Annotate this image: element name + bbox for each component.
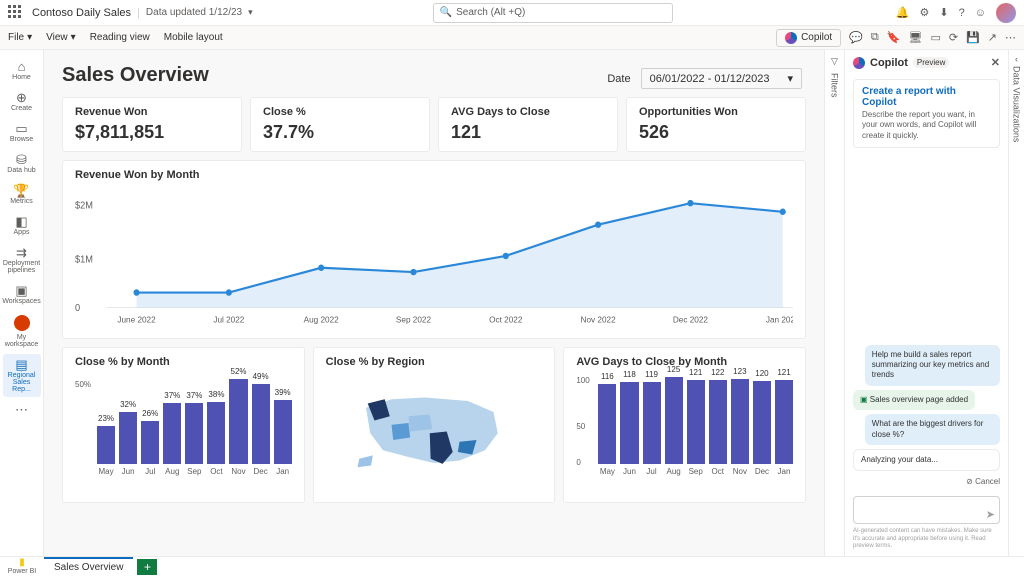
download-icon[interactable]: ⬇ (939, 6, 948, 19)
date-label: Date (607, 73, 630, 85)
mobile-layout-button[interactable]: Mobile layout (164, 32, 223, 43)
page-tab-sales-overview[interactable]: Sales Overview (44, 557, 133, 576)
view-menu[interactable]: View▾ (46, 32, 76, 43)
chart-close-pct-region[interactable]: Close % by Region (313, 347, 556, 503)
kpi-close-pct[interactable]: Close %37.7% (250, 97, 430, 152)
kpi-opp-won[interactable]: Opportunities Won526 (626, 97, 806, 152)
reading-view-button[interactable]: Reading view (90, 32, 150, 43)
trophy-icon: 🏆 (13, 184, 29, 197)
copilot-suggestion-card[interactable]: Create a report with Copilot Describe th… (853, 79, 1000, 148)
copilot-pane: Copilot Preview ✕ Create a report with C… (844, 50, 1008, 556)
send-icon[interactable]: ➤ (986, 508, 995, 521)
kpi-avg-days[interactable]: AVG Days to Close121 (438, 97, 618, 152)
system-message: ▣ Sales overview page added (853, 390, 975, 410)
nav-more[interactable]: ⋯ (3, 399, 41, 420)
user-message: Help me build a sales report summarizing… (865, 345, 1000, 386)
nav-apps[interactable]: ◧Apps (3, 211, 41, 240)
view-icon[interactable]: 🖥 (908, 31, 922, 44)
data-updated-label: Data updated 1/12/23 (146, 7, 242, 18)
database-icon: ⛁ (16, 153, 27, 166)
analyzing-status: Analyzing your data... (853, 449, 1000, 471)
svg-text:0: 0 (75, 303, 80, 314)
copilot-input[interactable]: ➤ (853, 496, 1000, 524)
close-icon[interactable]: ✕ (991, 56, 1000, 69)
visualizations-pane-collapsed[interactable]: ‹ Data Visualizations (1008, 50, 1024, 556)
feedback-icon[interactable]: ☺ (975, 7, 986, 19)
refresh-icon[interactable]: ⟳ (949, 31, 958, 44)
help-icon[interactable]: ? (959, 7, 965, 19)
preview-badge: Preview (913, 57, 949, 68)
notifications-icon[interactable]: 🔔 (896, 6, 910, 19)
filter-icon: ▽ (831, 56, 838, 67)
report-icon: ▤ (15, 358, 27, 371)
nav-deployment[interactable]: ⇉Deployment pipelines (3, 242, 41, 278)
svg-text:Oct 2022: Oct 2022 (489, 314, 523, 324)
copilot-icon (785, 32, 797, 44)
nav-data-hub[interactable]: ⛁Data hub (3, 149, 41, 178)
chart-close-pct-month[interactable]: Close % by Month 50% 23%32%26%37%37%38%5… (62, 347, 305, 503)
home-icon: ⌂ (18, 60, 26, 73)
svg-text:June 2022: June 2022 (117, 314, 156, 324)
bookmark-icon[interactable]: 🔖 (887, 31, 901, 44)
pipeline-icon: ⇉ (16, 246, 27, 259)
usa-map (326, 374, 543, 484)
copy-icon[interactable]: ⧉ (871, 31, 879, 44)
more-icon[interactable]: ⋯ (1005, 31, 1016, 44)
chart-avg-days-month[interactable]: AVG Days to Close by Month 100 50 0 1161… (563, 347, 806, 503)
present-icon[interactable]: ▭ (930, 31, 940, 44)
more-icon: ⋯ (15, 403, 28, 416)
nav-browse[interactable]: ▭Browse (3, 118, 41, 147)
share-icon[interactable]: ↗ (988, 31, 997, 44)
copilot-button[interactable]: Copilot (776, 29, 841, 47)
apps-icon: ◧ (15, 215, 27, 228)
svg-text:Sep 2022: Sep 2022 (396, 314, 431, 324)
date-range-picker[interactable]: 06/01/2022 - 01/12/2023 ▾ (641, 68, 802, 89)
svg-text:$2M: $2M (75, 200, 93, 211)
svg-text:$1M: $1M (75, 254, 93, 265)
file-title: Contoso Daily Sales (32, 7, 131, 19)
svg-text:Jul 2022: Jul 2022 (213, 314, 244, 324)
copilot-title: Copilot (870, 57, 908, 69)
chat-icon[interactable]: 💬 (849, 31, 863, 44)
svg-text:Dec 2022: Dec 2022 (673, 314, 708, 324)
svg-text:Aug 2022: Aug 2022 (304, 314, 339, 324)
add-page-button[interactable]: + (137, 559, 157, 575)
nav-workspaces[interactable]: ▣Workspaces (3, 280, 41, 309)
chevron-down-icon: ▾ (787, 72, 793, 85)
kpi-revenue-won[interactable]: Revenue Won$7,811,851 (62, 97, 242, 152)
user-avatar[interactable] (996, 3, 1016, 23)
search-icon: 🔍 (440, 7, 452, 18)
search-input[interactable]: 🔍 Search (Alt +Q) (433, 3, 673, 23)
nav-regional-sales[interactable]: ▤Regional Sales Rep... (3, 354, 41, 397)
settings-icon[interactable]: ⚙ (920, 6, 930, 19)
nav-create[interactable]: ⊕Create (3, 87, 41, 116)
save-icon[interactable]: 💾 (966, 31, 980, 44)
user-message: What are the biggest drivers for close %… (865, 414, 1000, 445)
powerbi-logo: ▮Power BI (0, 558, 44, 575)
cancel-button[interactable]: ⊘ Cancel (966, 477, 1000, 486)
plus-circle-icon: ⊕ (16, 91, 27, 104)
app-launcher-icon[interactable] (8, 5, 24, 21)
chart-revenue-by-month[interactable]: Revenue Won by Month $2M $1M 0 June 2022… (62, 160, 806, 339)
folder-icon: ▭ (15, 122, 27, 135)
chevron-down-icon[interactable]: ▾ (248, 7, 253, 18)
chevron-icon: ‹ (1015, 54, 1018, 64)
copilot-icon (853, 57, 865, 69)
filters-pane-collapsed[interactable]: ▽ Filters (824, 50, 844, 556)
nav-my-workspace[interactable]: My workspace (3, 311, 41, 352)
nav-home[interactable]: ⌂Home (3, 56, 41, 85)
ai-disclaimer: AI-generated content can have mistakes. … (845, 526, 1008, 556)
svg-text:Nov 2022: Nov 2022 (581, 314, 616, 324)
workspace-icon: ▣ (15, 284, 27, 297)
file-menu[interactable]: File▾ (8, 32, 32, 43)
workspace-avatar-icon (14, 315, 30, 331)
svg-text:Jan 2023: Jan 2023 (766, 314, 793, 324)
nav-metrics[interactable]: 🏆Metrics (3, 180, 41, 209)
